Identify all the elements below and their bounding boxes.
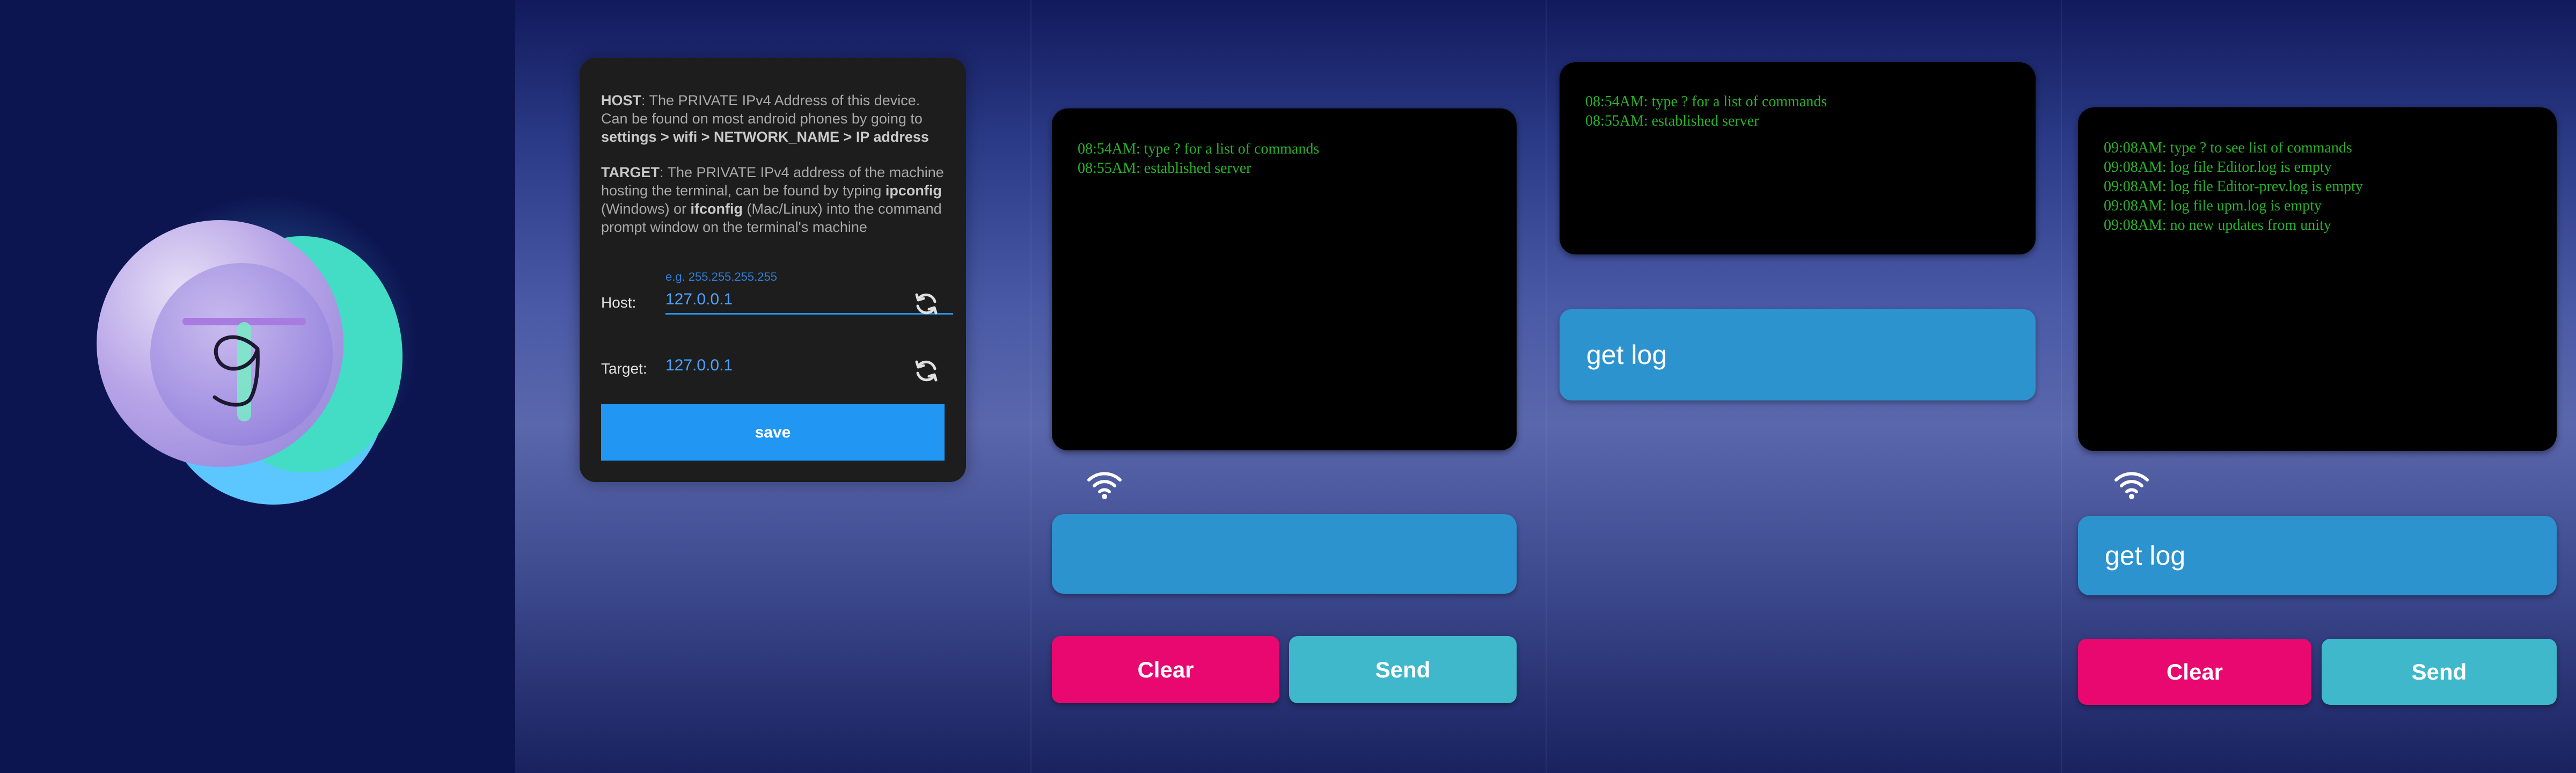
log-line: 09:08AM: log file Editor-prev.log is emp…: [2104, 178, 2363, 195]
console-log: 09:08AM: type ? to see list of commands …: [2104, 138, 2363, 235]
console-output: 08:54AM: type ? for a list of commands 0…: [1560, 62, 2036, 254]
panel-divider: [1546, 0, 1547, 773]
send-button[interactable]: Send: [1289, 636, 1517, 703]
host-field[interactable]: e.g. 255.255.255.255 127.0.0.1: [665, 270, 953, 324]
wifi-icon: [2114, 472, 2149, 499]
host-input[interactable]: 127.0.0.1: [665, 290, 733, 309]
panel-divider: [1030, 0, 1031, 773]
target-label: Target:: [601, 360, 647, 377]
log-line: 08:55AM: established server: [1078, 160, 1252, 177]
log-line: 08:54AM: type ? for a list of commands: [1585, 93, 1827, 110]
save-button[interactable]: save: [601, 404, 945, 461]
host-placeholder: e.g. 255.255.255.255: [665, 270, 777, 283]
host-help-text: HOST: The PRIVATE IPv4 Address of this d…: [601, 92, 929, 145]
command-input[interactable]: get log: [1560, 309, 2036, 400]
target-input[interactable]: 127.0.0.1: [665, 356, 733, 375]
log-line: 08:54AM: type ? for a list of commands: [1078, 141, 1320, 157]
host-underline: [665, 313, 953, 315]
command-input[interactable]: get log: [2078, 516, 2557, 595]
refresh-icon[interactable]: [912, 357, 940, 385]
wifi-icon: [1087, 472, 1122, 499]
console-output: 08:54AM: type ? for a list of commands 0…: [1052, 108, 1517, 450]
host-label: Host:: [601, 294, 636, 311]
log-line: 09:08AM: no new updates from unity: [2104, 217, 2331, 234]
log-line: 09:08AM: log file upm.log is empty: [2104, 198, 2322, 214]
console-log: 08:54AM: type ? for a list of commands 0…: [1585, 92, 1827, 131]
target-help-text: TARGET: The PRIVATE IPv4 address of the …: [601, 164, 944, 235]
clear-button[interactable]: Clear: [1052, 636, 1279, 703]
app-logo-icon: [97, 193, 419, 537]
send-button[interactable]: Send: [2322, 639, 2557, 705]
command-input[interactable]: [1052, 514, 1517, 594]
settings-dialog: HOST: The PRIVATE IPv4 Address of this d…: [580, 58, 966, 482]
clear-button[interactable]: Clear: [2078, 639, 2311, 705]
console-log: 08:54AM: type ? for a list of commands 0…: [1078, 140, 1319, 178]
log-line: 09:08AM: type ? to see list of commands: [2104, 140, 2352, 156]
log-line: 08:55AM: established server: [1585, 113, 1759, 129]
refresh-icon[interactable]: [912, 290, 940, 318]
splash-panel: [0, 0, 515, 773]
target-field[interactable]: 127.0.0.1: [665, 353, 953, 385]
console-output: 09:08AM: type ? to see list of commands …: [2078, 107, 2557, 451]
log-line: 09:08AM: log file Editor.log is empty: [2104, 159, 2332, 176]
panel-divider: [2061, 0, 2062, 773]
